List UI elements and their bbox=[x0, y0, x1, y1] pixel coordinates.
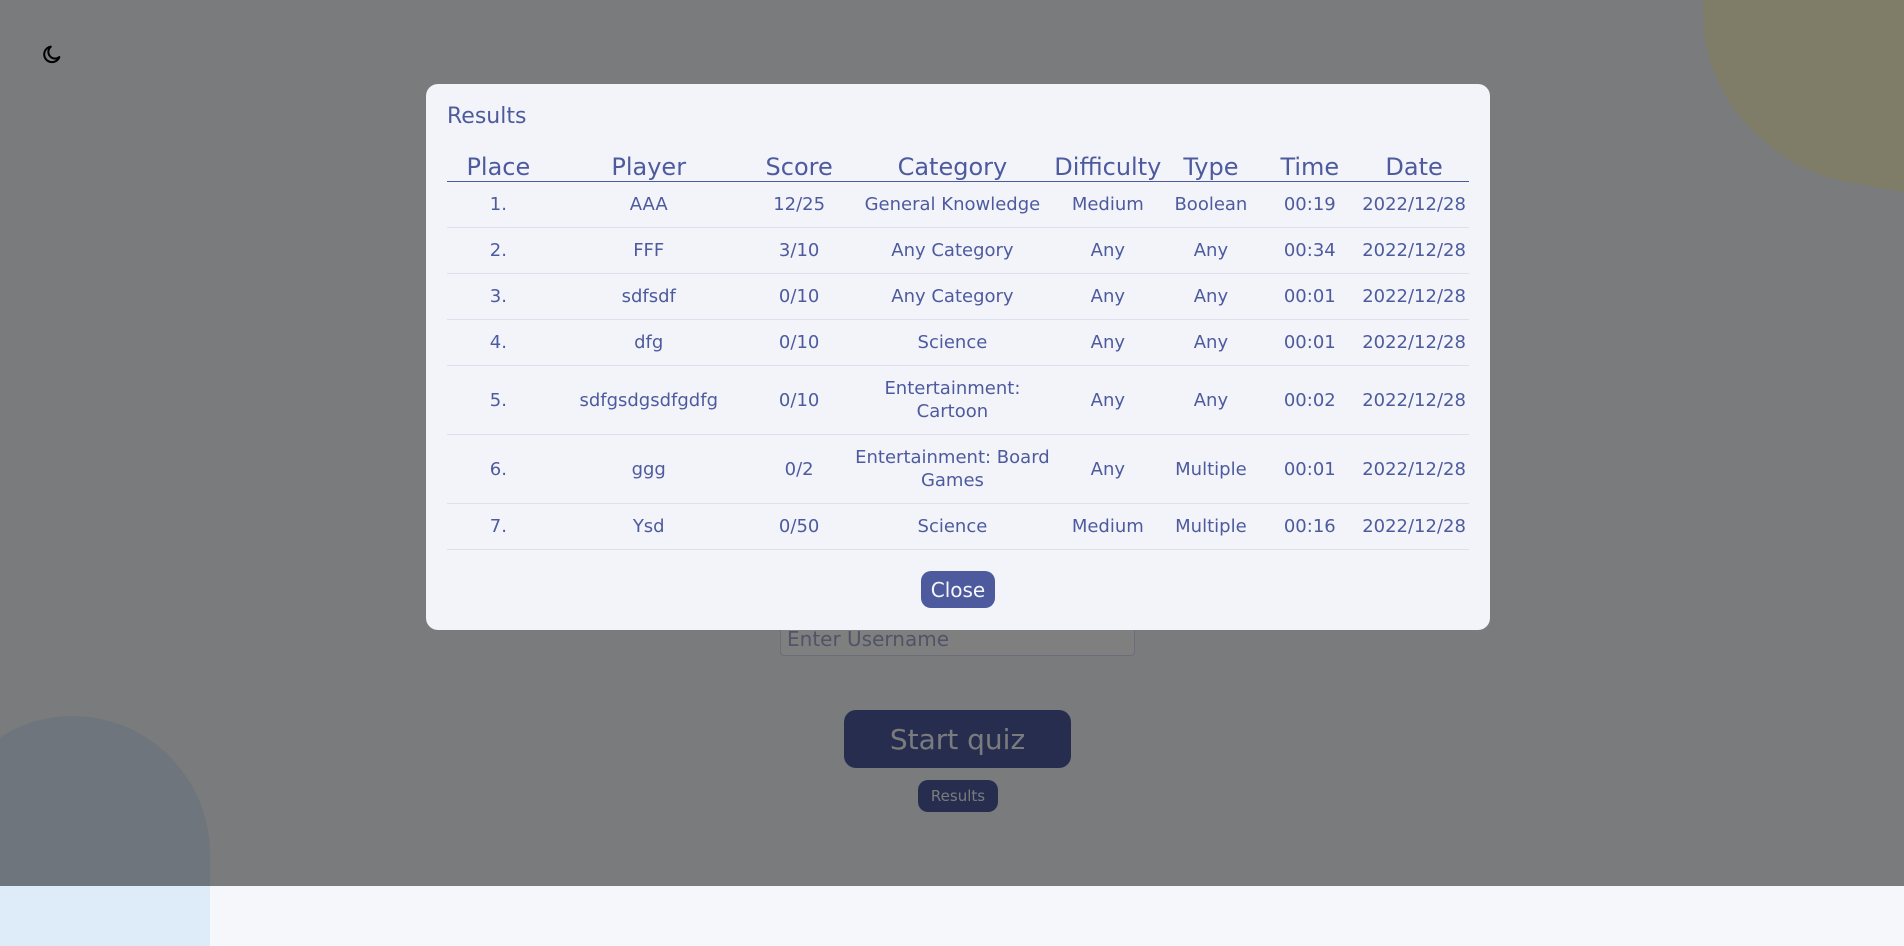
score-cell: 12/25 bbox=[747, 181, 851, 228]
table-row: 4. dfg 0/10 Science Any Any 00:01 2022/1… bbox=[447, 319, 1469, 366]
player-cell: sdfsdf bbox=[549, 273, 748, 320]
time-cell: 00:19 bbox=[1260, 181, 1360, 228]
place-cell: 5. bbox=[447, 365, 550, 435]
category-cell: Any Category bbox=[850, 273, 1055, 320]
time-cell: 00:02 bbox=[1260, 365, 1360, 435]
place-cell: 2. bbox=[447, 227, 550, 274]
date-cell: 2022/12/28 bbox=[1359, 503, 1469, 550]
score-cell: 0/10 bbox=[747, 273, 851, 320]
table-header-row: Place Player Score Category Difficulty T… bbox=[447, 151, 1469, 182]
difficulty-cell: Any bbox=[1054, 319, 1162, 366]
modal-footer: Close bbox=[447, 571, 1469, 608]
date-cell: 2022/12/28 bbox=[1359, 273, 1469, 320]
place-cell: 1. bbox=[447, 181, 550, 228]
difficulty-cell: Any bbox=[1054, 273, 1162, 320]
category-cell: Any Category bbox=[850, 227, 1055, 274]
time-cell: 00:34 bbox=[1260, 227, 1360, 274]
score-cell: 0/10 bbox=[747, 319, 851, 366]
difficulty-cell: Any bbox=[1054, 365, 1162, 435]
score-cell: 0/10 bbox=[747, 365, 851, 435]
player-cell: Ysd bbox=[549, 503, 748, 550]
category-cell: General Knowledge bbox=[850, 181, 1055, 228]
difficulty-cell: Any bbox=[1054, 434, 1162, 504]
close-button[interactable]: Close bbox=[921, 571, 995, 608]
score-cell: 0/2 bbox=[747, 434, 851, 504]
player-cell: dfg bbox=[549, 319, 748, 366]
player-cell: FFF bbox=[549, 227, 748, 274]
type-cell: Any bbox=[1161, 365, 1261, 435]
category-cell: Entertainment: Cartoon bbox=[850, 365, 1055, 435]
player-cell: AAA bbox=[549, 181, 748, 228]
column-header-type: Type bbox=[1161, 151, 1261, 182]
place-cell: 3. bbox=[447, 273, 550, 320]
column-header-difficulty: Difficulty bbox=[1054, 151, 1162, 182]
date-cell: 2022/12/28 bbox=[1359, 434, 1469, 504]
score-cell: 3/10 bbox=[747, 227, 851, 274]
type-cell: Boolean bbox=[1161, 181, 1261, 228]
category-cell: Entertainment: Board Games bbox=[850, 434, 1055, 504]
date-cell: 2022/12/28 bbox=[1359, 319, 1469, 366]
results-table: Place Player Score Category Difficulty T… bbox=[447, 151, 1469, 550]
table-row: 1. AAA 12/25 General Knowledge Medium Bo… bbox=[447, 181, 1469, 228]
time-cell: 00:01 bbox=[1260, 319, 1360, 366]
time-cell: 00:01 bbox=[1260, 434, 1360, 504]
category-cell: Science bbox=[850, 319, 1055, 366]
column-header-score: Score bbox=[747, 151, 851, 182]
place-cell: 7. bbox=[447, 503, 550, 550]
table-row: 7. Ysd 0/50 Science Medium Multiple 00:1… bbox=[447, 503, 1469, 550]
place-cell: 6. bbox=[447, 434, 550, 504]
date-cell: 2022/12/28 bbox=[1359, 227, 1469, 274]
player-cell: sdfgsdgsdfgdfg bbox=[549, 365, 748, 435]
type-cell: Multiple bbox=[1161, 434, 1261, 504]
column-header-category: Category bbox=[850, 151, 1055, 182]
moon-icon bbox=[43, 45, 61, 64]
date-cell: 2022/12/28 bbox=[1359, 181, 1469, 228]
difficulty-cell: Medium bbox=[1054, 503, 1162, 550]
time-cell: 00:01 bbox=[1260, 273, 1360, 320]
table-row: 5. sdfgsdgsdfgdfg 0/10 Entertainment: Ca… bbox=[447, 365, 1469, 435]
theme-toggle-button[interactable] bbox=[38, 40, 66, 68]
column-header-player: Player bbox=[549, 151, 748, 182]
score-cell: 0/50 bbox=[747, 503, 851, 550]
date-cell: 2022/12/28 bbox=[1359, 365, 1469, 435]
category-cell: Science bbox=[850, 503, 1055, 550]
time-cell: 00:16 bbox=[1260, 503, 1360, 550]
type-cell: Multiple bbox=[1161, 503, 1261, 550]
type-cell: Any bbox=[1161, 273, 1261, 320]
column-header-date: Date bbox=[1359, 151, 1469, 182]
type-cell: Any bbox=[1161, 227, 1261, 274]
type-cell: Any bbox=[1161, 319, 1261, 366]
column-header-time: Time bbox=[1260, 151, 1360, 182]
modal-title: Results bbox=[447, 104, 527, 129]
table-row: 6. ggg 0/2 Entertainment: Board Games An… bbox=[447, 434, 1469, 504]
difficulty-cell: Medium bbox=[1054, 181, 1162, 228]
difficulty-cell: Any bbox=[1054, 227, 1162, 274]
results-modal: Results Place Player Score Category Diff… bbox=[426, 84, 1490, 630]
table-row: 3. sdfsdf 0/10 Any Category Any Any 00:0… bbox=[447, 273, 1469, 320]
table-row: 2. FFF 3/10 Any Category Any Any 00:34 2… bbox=[447, 227, 1469, 274]
column-header-place: Place bbox=[447, 151, 550, 182]
player-cell: ggg bbox=[549, 434, 748, 504]
place-cell: 4. bbox=[447, 319, 550, 366]
